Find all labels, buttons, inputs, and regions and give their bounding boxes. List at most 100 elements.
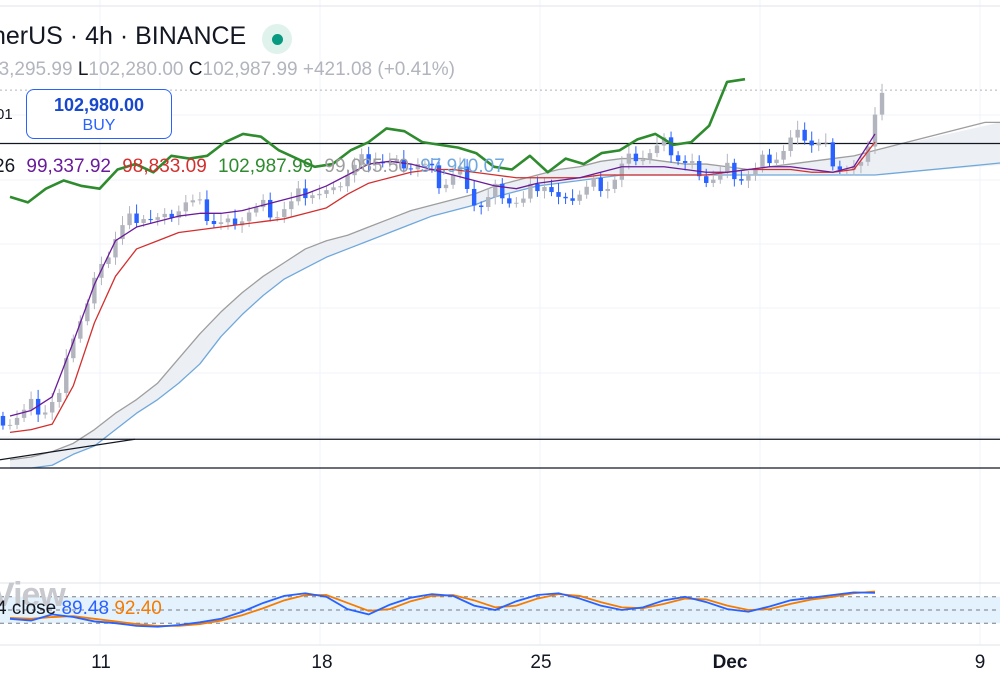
- ohlc-readout: 03,295.99 L102,280.00 C102,987.99 +421.0…: [0, 59, 455, 81]
- ichimoku-cloud: [10, 150, 875, 468]
- candle-body: [282, 209, 287, 218]
- stoch-legend: 4 close 89.48 92.40: [0, 598, 162, 620]
- candle-body: [591, 177, 596, 187]
- candle-body: [767, 154, 772, 164]
- candle-body: [190, 200, 196, 203]
- candle-body: [879, 92, 885, 115]
- ichimoku-conversion-value: 99,337.92: [26, 156, 111, 177]
- candle-body: [21, 409, 27, 418]
- candle-body: [310, 195, 315, 199]
- candle-body: [134, 213, 139, 223]
- market-open-icon: [262, 24, 292, 54]
- candle-body: [704, 176, 709, 183]
- ichimoku-base-line: [9, 141, 876, 434]
- candle-body: [500, 183, 505, 199]
- candle-body: [296, 188, 301, 202]
- candle-body: [668, 137, 674, 156]
- candle-body: [725, 162, 730, 173]
- candle-body: [197, 199, 203, 201]
- candle-body: [324, 190, 329, 194]
- candle-body: [211, 221, 217, 225]
- candle-body: [689, 161, 695, 163]
- stoch-k-value: 89.48: [61, 598, 110, 619]
- candle-body: [640, 159, 646, 162]
- candle-body: [549, 187, 554, 193]
- candle-body: [486, 197, 491, 208]
- candle-body: [788, 137, 793, 151]
- candle-body: [246, 212, 252, 222]
- candle-body: [696, 161, 702, 177]
- candle-body: [141, 219, 146, 223]
- ichimoku-prefix: 26: [0, 156, 16, 177]
- ichimoku-cloud-future: [875, 122, 1000, 175]
- ichimoku-span-a-line: [9, 149, 876, 461]
- ichimoku-span-b-value: 97,940.07: [420, 156, 505, 177]
- candle-body: [338, 186, 343, 188]
- ichimoku-span-a-value: 99,085.50: [324, 156, 409, 177]
- candle-body: [218, 222, 224, 225]
- candle-body: [570, 198, 575, 201]
- candle-body: [127, 213, 132, 226]
- candle-body: [760, 154, 765, 169]
- ohlc-close-label: C: [188, 59, 203, 80]
- stoch-label: 4 close: [0, 598, 57, 619]
- candle-body: [204, 199, 210, 221]
- ohlc-high-partial: 03,295.99: [0, 59, 73, 80]
- candle-body: [781, 150, 786, 160]
- candle-body: [507, 198, 512, 204]
- candle-body: [0, 415, 6, 426]
- candle-body: [823, 142, 828, 144]
- candle-body: [563, 196, 568, 199]
- ohlc-low-label: L: [77, 59, 89, 80]
- candle-body: [14, 417, 20, 425]
- candle-body: [577, 194, 582, 201]
- candle-body: [619, 163, 625, 180]
- candle-body: [148, 219, 153, 221]
- ichimoku-lagging-value: 102,987.99: [218, 156, 314, 177]
- candle-body: [28, 398, 34, 410]
- buy-label: BUY: [82, 117, 116, 134]
- candle-body: [802, 129, 807, 141]
- buy-price: 102,980.00: [53, 95, 145, 115]
- candle-body: [774, 159, 779, 164]
- candle-body: [682, 161, 688, 163]
- ohlc-change: +421.08 (+0.41%): [302, 59, 455, 80]
- buy-button[interactable]: 102,980.00 BUY: [26, 89, 172, 139]
- candle-body: [809, 140, 814, 146]
- candle-body: [795, 129, 800, 138]
- ichimoku-span-b-line: [10, 174, 875, 469]
- candle-body: [57, 392, 62, 403]
- candle-body: [317, 193, 322, 196]
- candle-body: [654, 145, 660, 154]
- candle-body: [478, 205, 484, 208]
- candle-body: [49, 402, 55, 413]
- candle-body: [155, 217, 160, 220]
- candle-body: [872, 114, 878, 147]
- candle-body: [471, 188, 477, 206]
- candle-body: [225, 218, 231, 223]
- ichimoku-base-value: 98,833.09: [122, 156, 207, 177]
- ohlc-close-value: 102,987.99: [202, 59, 298, 80]
- candle-body: [830, 142, 836, 167]
- candle-body: [633, 153, 639, 162]
- candle-body: [647, 153, 653, 160]
- candle-body: [746, 175, 751, 181]
- stoch-d-value: 92.40: [114, 598, 162, 619]
- candle-body: [443, 184, 449, 189]
- candle-body: [275, 217, 280, 219]
- ohlc-low-value: 102,280.00: [88, 59, 184, 80]
- candle-body: [598, 177, 603, 192]
- candle-body: [7, 424, 13, 426]
- candle-body: [626, 153, 632, 164]
- candle-body: [331, 187, 336, 191]
- ichimoku-legend: 26 99,337.92 98,833.09 102,987.99 99,085…: [0, 156, 511, 178]
- candle-body: [535, 183, 540, 192]
- horizontal-line-label: 01: [0, 106, 13, 123]
- candle-body: [816, 142, 821, 146]
- candle-body: [162, 213, 167, 218]
- candle-body: [739, 179, 744, 181]
- candle-body: [289, 201, 294, 210]
- candle-body: [542, 187, 547, 192]
- candle-body: [42, 412, 48, 415]
- candle-body: [584, 186, 589, 195]
